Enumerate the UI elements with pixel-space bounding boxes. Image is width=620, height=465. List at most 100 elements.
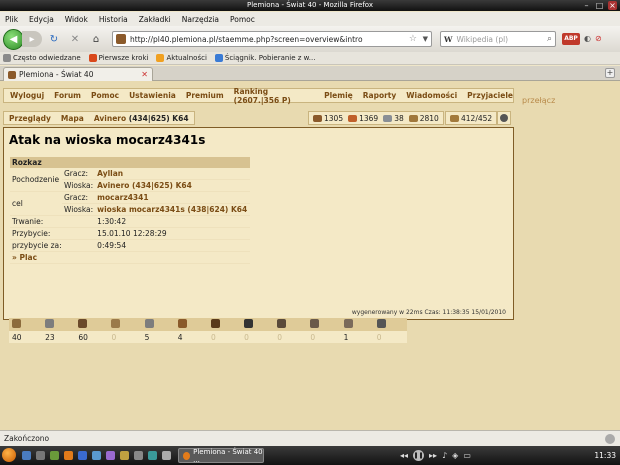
target-village-label: Wioska:: [62, 203, 96, 216]
menu-wyloguj[interactable]: Wyloguj: [10, 91, 44, 100]
duration-value: 1:30:42: [95, 215, 250, 228]
menu-wiadomosci[interactable]: Wiadomości: [406, 91, 457, 100]
minimize-icon[interactable]: –: [582, 1, 591, 10]
window-controls: – □ ×: [582, 1, 617, 10]
village-link[interactable]: Avinero: [94, 114, 126, 123]
bookmark-item[interactable]: Często odwiedzane: [3, 54, 81, 62]
noscript-icon[interactable]: ⊘: [595, 34, 602, 43]
volume-icon[interactable]: ♪: [442, 451, 447, 460]
menu-pomoc-game[interactable]: Pomoc: [91, 91, 119, 100]
search-app-icon[interactable]: [162, 451, 171, 460]
taskbar-item-firefox[interactable]: Plemiona - Świat 40 ...: [178, 448, 264, 464]
wood-icon: [313, 114, 322, 122]
menu-historia[interactable]: Historia: [99, 15, 128, 24]
menu-narzedzia[interactable]: Narzędzia: [182, 15, 219, 24]
switch-village-link[interactable]: przełącz: [522, 96, 555, 105]
target-player-link[interactable]: mocarz4341: [95, 191, 250, 204]
toolbar-extra-icons: ◐ ⊘: [584, 34, 602, 43]
reload-icon[interactable]: ↻: [45, 30, 63, 48]
system-tray: ◂◂ ❚❚ ▸▸ ♪ ◈ ▭: [400, 450, 471, 461]
network-icon[interactable]: ◈: [452, 451, 458, 460]
farm-box: 412/452: [445, 111, 498, 125]
origin-player-label: Gracz:: [62, 168, 96, 180]
menu-ustawienia[interactable]: Ustawienia: [129, 91, 176, 100]
new-tab-icon[interactable]: +: [605, 68, 615, 78]
unit-count: 0: [373, 331, 407, 343]
menu-widok[interactable]: Widok: [65, 15, 88, 24]
maximize-icon[interactable]: □: [595, 1, 604, 10]
unit-icon-cell: [373, 318, 407, 331]
arrival-in-value: 0:49:54: [95, 239, 250, 252]
battery-icon[interactable]: ▭: [463, 451, 471, 460]
tab-plemiona[interactable]: Plemiona - Świat 40 ✕: [3, 67, 153, 81]
chat-icon[interactable]: [92, 451, 101, 460]
tab-strip: Plemiona - Świat 40 ✕ +: [0, 66, 620, 81]
adblock-plus-icon[interactable]: ABP: [562, 33, 580, 45]
menu-edycja[interactable]: Edycja: [29, 15, 54, 24]
bookmarks-toolbar: Często odwiedzane Pierwsze kroki Aktualn…: [0, 52, 620, 65]
duration-label: Trwanie:: [10, 215, 96, 228]
menu-przyjaciele[interactable]: Przyjaciele: [467, 91, 513, 100]
menu-ranking[interactable]: Ranking (2607.|356 P): [234, 87, 314, 105]
files-icon[interactable]: [50, 451, 59, 460]
tab-close-icon[interactable]: ✕: [141, 70, 148, 79]
forward-button[interactable]: ▸: [22, 31, 42, 47]
command-table: Rozkaz Pochodzenie Gracz: Ayllan Wioska:…: [10, 157, 250, 264]
unit-icon-cell: [75, 318, 109, 331]
rally-point-link[interactable]: » Plac: [10, 251, 250, 264]
menu-premium[interactable]: Premium: [186, 91, 224, 100]
stop-icon[interactable]: ✕: [66, 30, 84, 48]
bookmark-item[interactable]: Aktualności: [156, 54, 207, 62]
menu-pomoc[interactable]: Pomoc: [230, 15, 255, 24]
menu-plik[interactable]: Plik: [5, 15, 18, 24]
prev-track-icon[interactable]: ◂◂: [400, 451, 408, 460]
origin-player-link[interactable]: Ayllan: [95, 168, 250, 180]
menu-raporty[interactable]: Raporty: [363, 91, 397, 100]
next-track-icon[interactable]: ▸▸: [429, 451, 437, 460]
mail-icon[interactable]: [78, 451, 87, 460]
menu-zakladki[interactable]: Zakładki: [139, 15, 171, 24]
desktop-icon[interactable]: [22, 451, 31, 460]
search-icon[interactable]: ⌕: [547, 34, 552, 44]
target-village-link[interactable]: wioska mocarz4341s (438|624) K64: [95, 203, 250, 216]
wikipedia-icon[interactable]: W: [444, 35, 452, 44]
target-player-label: Gracz:: [62, 191, 96, 204]
start-menu-icon[interactable]: [2, 448, 16, 462]
unit-count: 0: [241, 331, 275, 343]
terminal-icon[interactable]: [36, 451, 45, 460]
iron-icon: [383, 114, 393, 122]
unit-count: 4: [174, 331, 208, 343]
wood-resource: 1305: [313, 114, 343, 123]
page-content: Wyloguj Forum Pomoc Ustawienia Premium R…: [0, 81, 620, 430]
pause-icon[interactable]: ❚❚: [413, 450, 425, 461]
origin-village-link[interactable]: Avinero (434|625) K64: [95, 179, 250, 192]
extension-icon[interactable]: ◐: [584, 34, 591, 43]
editor-icon[interactable]: [120, 451, 129, 460]
close-icon[interactable]: ×: [608, 1, 617, 10]
unit-count: 0: [274, 331, 308, 343]
farm-icon: [450, 114, 459, 122]
avatar[interactable]: [497, 111, 511, 125]
bookmark-star-icon[interactable]: ☆: [409, 34, 417, 44]
bookmark-folder-icon: [3, 54, 11, 62]
globe-icon[interactable]: [148, 451, 157, 460]
music-icon[interactable]: [106, 451, 115, 460]
search-bar[interactable]: W Wikipedia (pl) ⌕: [440, 31, 556, 47]
bookmark-item[interactable]: Ściągnik. Pobieranie z w...: [214, 54, 315, 62]
settings-icon[interactable]: [134, 451, 143, 460]
browser-icon[interactable]: [64, 451, 73, 460]
menu-bar: Plik Edycja Widok Historia Zakładki Narz…: [0, 12, 620, 26]
arrival-label: Przybycie:: [10, 227, 96, 240]
overview-link[interactable]: Przeglądy: [9, 114, 51, 123]
url-bar[interactable]: http://pl40.plemiona.pl/staemme.php?scre…: [112, 31, 432, 47]
map-link[interactable]: Mapa: [61, 114, 84, 123]
menu-plemie[interactable]: Plemię: [324, 91, 353, 100]
warehouse-resource: 2810: [408, 114, 439, 123]
bookmark-item[interactable]: Pierwsze kroki: [88, 54, 148, 62]
back-button[interactable]: ◀: [3, 28, 24, 50]
url-dropdown-icon[interactable]: ▼: [423, 35, 428, 43]
menu-forum[interactable]: Forum: [54, 91, 81, 100]
home-icon[interactable]: ⌂: [87, 30, 105, 48]
unit-count: 60: [75, 331, 109, 343]
unit-count: 40: [9, 331, 43, 343]
